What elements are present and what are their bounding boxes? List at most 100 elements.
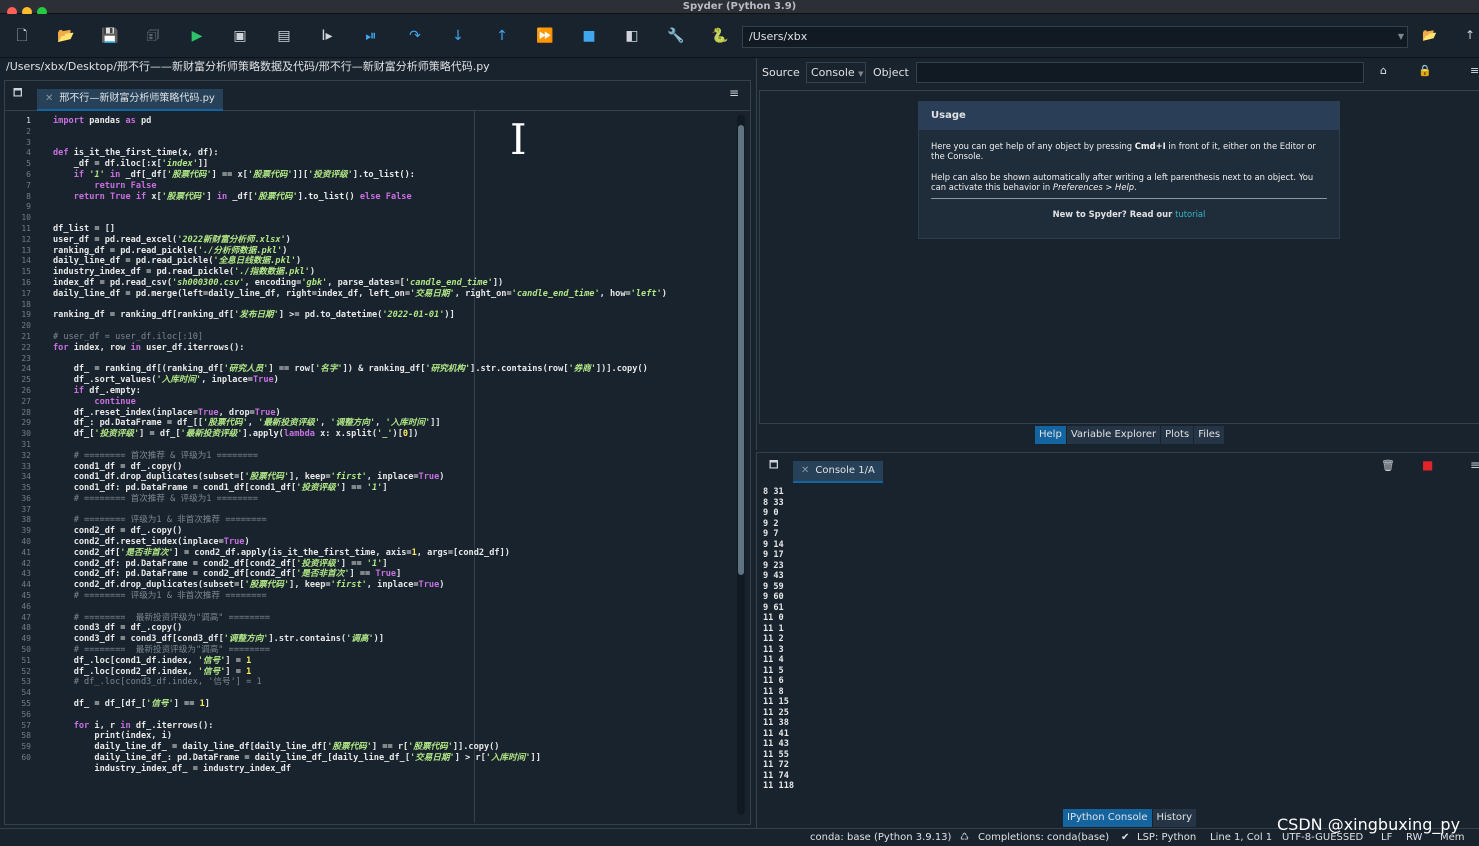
code-line[interactable]: continue — [53, 397, 733, 408]
code-line[interactable] — [53, 127, 733, 138]
new-file-icon[interactable]: 🗋 — [12, 26, 32, 46]
code-line[interactable]: df_['投资评级'] = df_['最新投资评级'].apply(lambda… — [53, 429, 733, 440]
code-line[interactable]: cond1_df: pd.DataFrame = cond1_df[cond1_… — [53, 483, 733, 494]
code-line[interactable]: if df_.empty: — [53, 386, 733, 397]
options-menu-icon[interactable]: ≡ — [729, 86, 739, 100]
code-line[interactable]: industry_index_df = pd.read_pickle('./指数… — [53, 267, 733, 278]
code-line[interactable]: # ======== 评级为1 & 非首次推荐 ======== — [53, 591, 733, 602]
code-line[interactable]: cond1_df = df_.copy() — [53, 462, 733, 473]
close-tab-icon[interactable]: ✕ — [801, 465, 809, 476]
code-line[interactable] — [53, 505, 733, 516]
source-select[interactable]: Console ▼ — [806, 62, 866, 83]
code-line[interactable]: daily_line_df = pd.merge(left=daily_line… — [53, 289, 733, 300]
code-line[interactable]: daily_line_df = pd.read_pickle('全息日线数据.p… — [53, 256, 733, 267]
code-line[interactable]: ranking_df = pd.read_pickle('./分析师数据.pkl… — [53, 246, 733, 257]
working-directory-input[interactable]: /Users/xbx ▼ — [742, 26, 1408, 48]
run-cell-advance-icon[interactable]: ▤ — [274, 26, 294, 46]
scrollbar-thumb[interactable] — [738, 125, 744, 575]
code-line[interactable] — [53, 440, 733, 451]
code-line[interactable] — [53, 321, 733, 332]
step-icon[interactable]: ↷ — [405, 26, 425, 46]
code-line[interactable]: cond1_df.drop_duplicates(subset=['股票代码']… — [53, 472, 733, 483]
code-line[interactable] — [53, 354, 733, 365]
close-tab-icon[interactable]: ✕ — [45, 93, 53, 104]
step-into-icon[interactable]: ↓ — [448, 26, 468, 46]
code-line[interactable]: daily_line_df_: pd.DataFrame = daily_lin… — [53, 753, 733, 764]
code-line[interactable]: import pandas as pd — [53, 116, 733, 127]
lock-icon[interactable]: 🔒 — [1418, 64, 1432, 77]
code-line[interactable]: cond2_df: pd.DataFrame = cond2_df[cond2_… — [53, 569, 733, 580]
code-line[interactable]: # ======== 评级为1 & 非首次推荐 ======== — [53, 515, 733, 526]
code-line[interactable]: ranking_df = ranking_df[ranking_df['发布日期… — [53, 310, 733, 321]
run-selection-icon[interactable]: I▸ — [317, 26, 337, 46]
code-line[interactable]: cond2_df.drop_duplicates(subset=['股票代码']… — [53, 580, 733, 591]
code-line[interactable] — [53, 688, 733, 699]
python-path-icon[interactable]: 🐍 — [710, 26, 730, 46]
tab-files[interactable]: Files — [1194, 426, 1225, 444]
code-line[interactable]: cond2_df.reset_index(inplace=True) — [53, 537, 733, 548]
code-line[interactable]: return False — [53, 181, 733, 192]
options-menu-icon[interactable]: ≡ — [1470, 64, 1479, 77]
code-line[interactable] — [53, 602, 733, 613]
code-line[interactable]: def is_it_the_first_time(x, df): — [53, 148, 733, 159]
debug-icon[interactable]: ⏯ — [361, 26, 381, 46]
tab-history[interactable]: History — [1152, 809, 1197, 827]
tab-plots[interactable]: Plots — [1161, 426, 1194, 444]
code-line[interactable]: df_ = ranking_df[(ranking_df['研究人员'] == … — [53, 364, 733, 375]
trash-icon[interactable]: 🗑 — [1381, 459, 1395, 472]
tab-variable-explorer[interactable]: Variable Explorer — [1066, 426, 1161, 444]
code-line[interactable]: df_ = df_[df_['信号'] == 1] — [53, 699, 733, 710]
code-line[interactable]: return True if x['股票代码'] in _df['股票代码'].… — [53, 192, 733, 203]
editor-scrollbar[interactable] — [737, 115, 745, 815]
code-line[interactable]: df_list = [] — [53, 224, 733, 235]
code-line[interactable] — [53, 138, 733, 149]
run-cell-icon[interactable]: ▣ — [230, 26, 250, 46]
code-line[interactable]: cond3_df = df_.copy() — [53, 623, 733, 634]
code-line[interactable]: df_: pd.DataFrame = df_[['股票代码', '最新投资评级… — [53, 418, 733, 429]
code-line[interactable]: # ======== 首次推荐 & 评级为1 ======== — [53, 494, 733, 505]
code-line[interactable]: # ======== 最新投资评级为"调高" ======== — [53, 645, 733, 656]
console-output[interactable]: 8 31 8 33 9 09 29 79 14 9 17 9 23 9 43 9 59 9 6… — [763, 487, 794, 792]
options-menu-icon[interactable]: ≡ — [1470, 458, 1479, 472]
code-line[interactable]: index_df = pd.read_csv('sh000300.csv', e… — [53, 278, 733, 289]
run-icon[interactable]: ▶ — [187, 26, 207, 46]
preferences-icon[interactable]: 🔧 — [666, 26, 686, 46]
chevron-down-icon[interactable]: ▼ — [1398, 27, 1404, 47]
code-line[interactable]: print(index, i) — [53, 731, 733, 742]
code-line[interactable]: cond3_df = cond3_df[cond3_df['调整方向'].str… — [53, 634, 733, 645]
code-line[interactable]: cond2_df: pd.DataFrame = cond2_df[cond2_… — [53, 559, 733, 570]
object-input[interactable] — [916, 62, 1364, 83]
code-area[interactable]: import pandas as pd def is_it_the_first_… — [53, 111, 733, 823]
stop-icon[interactable]: ■ — [579, 26, 599, 46]
code-line[interactable] — [53, 202, 733, 213]
code-line[interactable]: user_df = pd.read_excel('2022新财富分析师.xlsx… — [53, 235, 733, 246]
maximize-pane-icon[interactable]: ◧ — [622, 26, 642, 46]
code-line[interactable]: # df_.loc[cond3_df.index, '信号'] = 1 — [53, 677, 733, 688]
browse-directory-icon[interactable]: 📂 — [1422, 28, 1437, 42]
code-line[interactable]: for i, r in df_.iterrows(): — [53, 721, 733, 732]
tutorial-link[interactable]: tutorial — [1175, 209, 1205, 219]
code-line[interactable]: daily_line_df_ = daily_line_df[daily_lin… — [53, 742, 733, 753]
code-line[interactable]: df_.sort_values('入库时间', inplace=True) — [53, 375, 733, 386]
save-all-icon[interactable]: 🗊 — [143, 26, 163, 46]
code-line[interactable]: df_.reset_index(inplace=True, drop=True) — [53, 408, 733, 419]
tab-help[interactable]: Help — [1035, 426, 1066, 444]
code-line[interactable]: # user_df = user_df.iloc[:10] — [53, 332, 733, 343]
code-line[interactable]: _df = df.iloc[:x['index']] — [53, 159, 733, 170]
code-line[interactable]: cond2_df = df_.copy() — [53, 526, 733, 537]
stop-kernel-icon[interactable]: ■ — [1422, 458, 1433, 472]
editor-tab[interactable]: ✕ 邢不行—新财富分析师策略代码.py — [37, 89, 223, 111]
code-line[interactable]: for index, row in user_df.iterrows(): — [53, 343, 733, 354]
continue-icon[interactable]: ⏩ — [535, 26, 555, 46]
parent-directory-icon[interactable]: ↑ — [1465, 28, 1475, 42]
browse-tabs-icon[interactable]: 🗖 — [769, 458, 779, 475]
code-line[interactable]: cond2_df['是否非首次'] = cond2_df.apply(is_it… — [53, 548, 733, 559]
code-line[interactable]: df_.loc[cond2_df.index, '信号'] = 1 — [53, 667, 733, 678]
code-line[interactable]: industry_index_df_ = industry_index_df — [53, 764, 733, 775]
code-line[interactable] — [53, 300, 733, 311]
browse-tabs-icon[interactable]: 🗖 — [13, 86, 23, 103]
step-return-icon[interactable]: ↑ — [492, 26, 512, 46]
console-tab[interactable]: ✕ Console 1/A — [793, 461, 883, 483]
code-line[interactable]: # ======== 首次推荐 & 评级为1 ======== — [53, 451, 733, 462]
tab-ipython-console[interactable]: IPython Console — [1063, 809, 1152, 827]
